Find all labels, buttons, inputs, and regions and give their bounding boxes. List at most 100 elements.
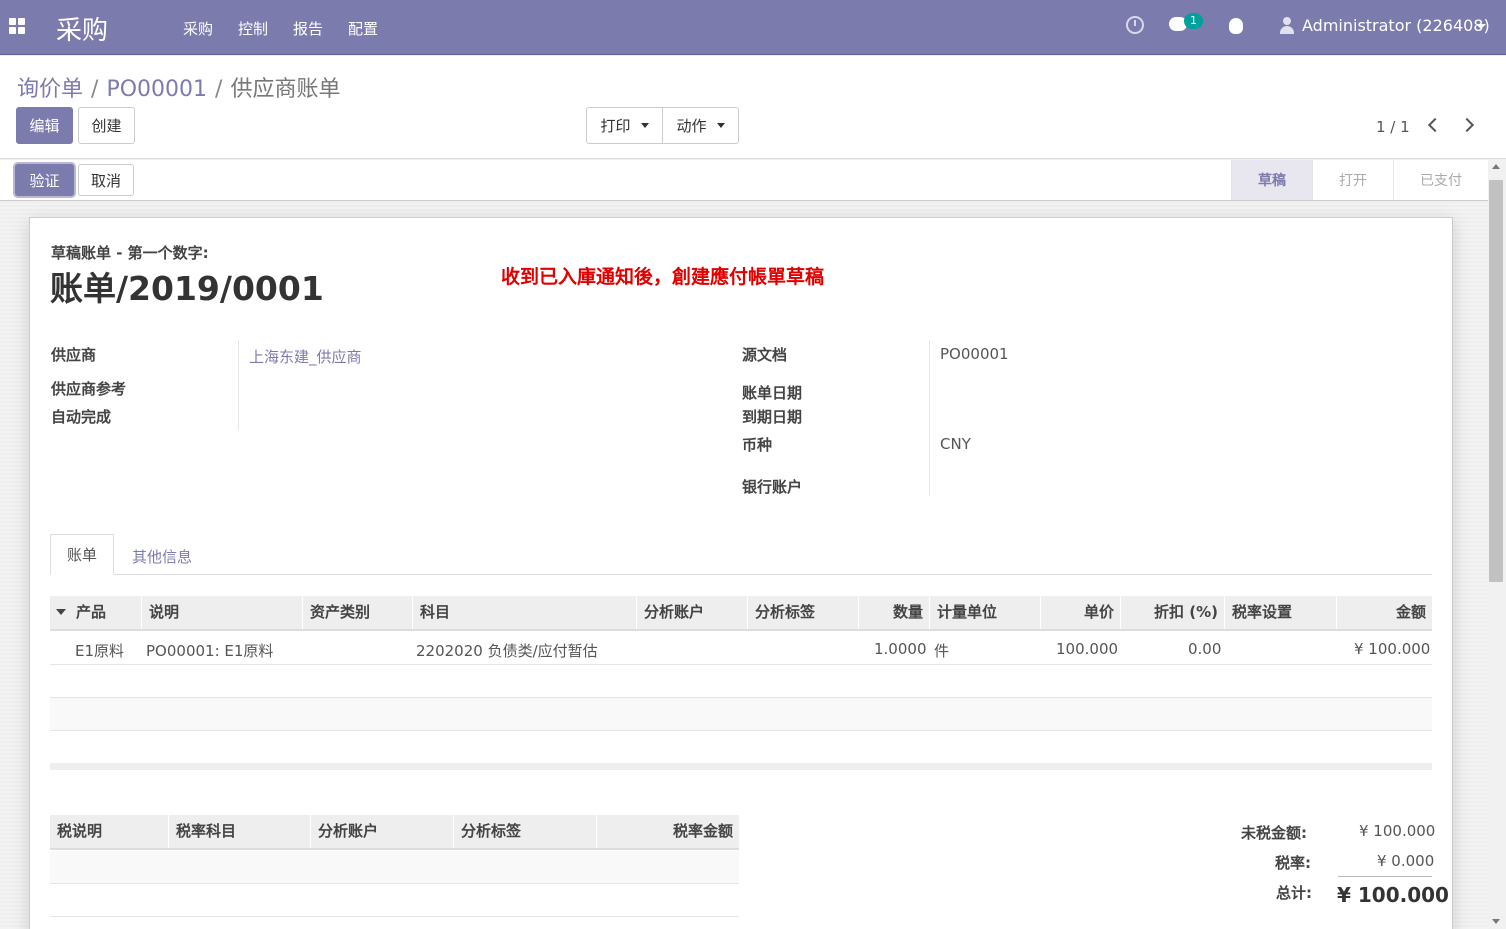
sort-caret-icon[interactable] xyxy=(56,609,66,615)
col-tax-analytic-tags[interactable]: 分析标签 xyxy=(453,815,596,848)
source-doc-value: PO00001 xyxy=(940,345,1009,363)
status-open[interactable]: 打开 xyxy=(1312,160,1393,200)
create-button[interactable]: 创建 xyxy=(78,107,135,144)
right-field-divider xyxy=(929,340,930,496)
vendor-label: 供应商 xyxy=(51,346,97,364)
breadcrumb: 询价单 / PO00001/供应商账单 xyxy=(17,77,341,102)
menu-purchase[interactable]: 采购 xyxy=(183,18,213,39)
apps-grid-icon[interactable] xyxy=(9,18,25,34)
cell-product[interactable]: E1原料 xyxy=(75,640,124,661)
chat-count-badge: 1 xyxy=(1184,13,1203,29)
currency-label: 币种 xyxy=(742,436,773,454)
col-tax-description[interactable]: 税说明 xyxy=(50,815,168,848)
edit-button[interactable]: 编辑 xyxy=(16,107,73,144)
action-label: 动作 xyxy=(676,117,707,135)
pager-prev-icon[interactable] xyxy=(1427,117,1443,133)
tab-bill[interactable]: 账单 xyxy=(50,534,114,575)
col-tax-analytic-account[interactable]: 分析账户 xyxy=(310,815,453,848)
validate-button[interactable]: 验证 xyxy=(15,164,74,196)
col-tax-amount[interactable]: 税率金额 xyxy=(596,815,739,848)
col-analytic-account[interactable]: 分析账户 xyxy=(636,596,747,629)
row-divider xyxy=(50,916,739,917)
cell-quantity[interactable]: 1.0000 xyxy=(874,640,927,658)
user-avatar-icon[interactable] xyxy=(1280,17,1294,35)
vendor-field[interactable]: 上海东建_供应商 xyxy=(249,346,362,367)
source-doc-label: 源文档 xyxy=(742,346,788,364)
tax-table-header: 税说明 税率科目 分析账户 分析标签 税率金额 xyxy=(50,815,739,850)
col-product[interactable]: 产品 xyxy=(69,596,141,629)
pager-value[interactable]: 1 / 1 xyxy=(1376,118,1410,136)
col-quantity[interactable]: 数量 xyxy=(858,596,929,629)
col-discount[interactable]: 折扣 (%) xyxy=(1120,596,1224,629)
empty-row xyxy=(50,851,739,883)
status-steps: 草稿 打开 已支付 xyxy=(1231,160,1488,200)
menu-control[interactable]: 控制 xyxy=(238,18,268,39)
user-caret-icon[interactable] xyxy=(1476,24,1486,29)
control-panel: 询价单 / PO00001/供应商账单 编辑 创建 打印 动作 1 / 1 xyxy=(0,56,1506,159)
debug-bug-icon[interactable] xyxy=(1229,18,1243,34)
col-amount[interactable]: 金额 xyxy=(1336,596,1432,629)
user-menu[interactable]: Administrator (226408) xyxy=(1302,16,1490,35)
vendor-reference-label: 供应商参考 xyxy=(51,380,127,398)
tax-label: 税率: xyxy=(1275,854,1311,872)
status-draft: 草稿 xyxy=(1231,160,1312,200)
caret-down-icon xyxy=(640,123,649,128)
print-label: 打印 xyxy=(600,117,631,135)
cell-discount[interactable]: 0.00 xyxy=(1188,640,1221,658)
currency-value: CNY xyxy=(940,435,971,453)
left-field-divider xyxy=(238,340,239,430)
due-date-label: 到期日期 xyxy=(742,408,803,426)
total-amount: ¥ 100.000 xyxy=(1337,883,1449,907)
tab-other-info[interactable]: 其他信息 xyxy=(132,546,192,567)
col-account[interactable]: 科目 xyxy=(412,596,636,629)
col-unit-price[interactable]: 单价 xyxy=(1040,596,1120,629)
lines-table-footer xyxy=(50,763,1432,770)
cell-uom[interactable]: 件 xyxy=(934,640,949,661)
cell-amount[interactable]: ¥ 100.000 xyxy=(1354,640,1430,658)
tax-amount: ¥ 0.000 xyxy=(1377,852,1435,870)
col-tax-account[interactable]: 税率科目 xyxy=(168,815,310,848)
caret-down-icon xyxy=(716,123,725,128)
untaxed-amount: ¥ 100.000 xyxy=(1359,822,1436,840)
cancel-button[interactable]: 取消 xyxy=(78,164,134,196)
tab-bar-line xyxy=(50,574,1432,575)
empty-row xyxy=(50,698,1432,730)
row-divider xyxy=(50,883,739,884)
bill-title: 账单/2019/0001 xyxy=(50,269,324,308)
activity-clock-icon[interactable] xyxy=(1126,16,1144,34)
row-divider xyxy=(50,730,1432,731)
scrollbar-thumb[interactable] xyxy=(1489,180,1503,582)
statusbar: 验证 取消 草稿 打开 已支付 xyxy=(0,160,1506,201)
scroll-up-icon[interactable] xyxy=(1492,164,1500,169)
cell-description[interactable]: PO00001: E1原料 xyxy=(146,640,273,661)
col-description[interactable]: 说明 xyxy=(141,596,302,629)
status-paid[interactable]: 已支付 xyxy=(1393,160,1488,200)
pager-next-icon[interactable] xyxy=(1459,117,1475,133)
scroll-down-icon[interactable] xyxy=(1492,919,1500,924)
bill-date-label: 账单日期 xyxy=(742,384,803,402)
breadcrumb-po[interactable]: PO00001 xyxy=(106,77,207,102)
print-dropdown[interactable]: 打印 xyxy=(586,107,663,144)
col-taxes[interactable]: 税率设置 xyxy=(1224,596,1336,629)
cell-account[interactable]: 2202020 负债类/应付暂估 xyxy=(416,640,598,661)
row-divider xyxy=(50,664,1432,665)
col-uom[interactable]: 计量单位 xyxy=(929,596,1040,629)
bill-subtitle: 草稿账单 - 第一个数字: xyxy=(51,244,209,262)
untaxed-label: 未税金额: xyxy=(1241,824,1307,842)
lines-table-header: 产品 说明 资产类别 科目 分析账户 分析标签 数量 计量单位 单价 折扣 (%… xyxy=(50,596,1432,631)
auto-complete-label: 自动完成 xyxy=(51,408,112,426)
breadcrumb-rfq[interactable]: 询价单 xyxy=(17,77,83,102)
annotation-note: 收到已入庫通知後，創建應付帳單草稿 xyxy=(501,266,825,288)
bank-account-label: 银行账户 xyxy=(742,478,803,496)
menu-config[interactable]: 配置 xyxy=(348,18,378,39)
action-dropdown[interactable]: 动作 xyxy=(662,107,739,144)
col-analytic-tags[interactable]: 分析标签 xyxy=(747,596,858,629)
total-label: 总计: xyxy=(1276,884,1312,902)
col-asset-category[interactable]: 资产类别 xyxy=(302,596,412,629)
menu-reports[interactable]: 报告 xyxy=(293,18,323,39)
breadcrumb-current: 供应商账单 xyxy=(230,77,341,102)
total-divider xyxy=(1338,876,1432,877)
app-brand: 采购 xyxy=(56,16,109,46)
top-menu: 采购 控制 报告 配置 xyxy=(183,18,403,39)
cell-unit-price[interactable]: 100.000 xyxy=(1056,640,1118,658)
